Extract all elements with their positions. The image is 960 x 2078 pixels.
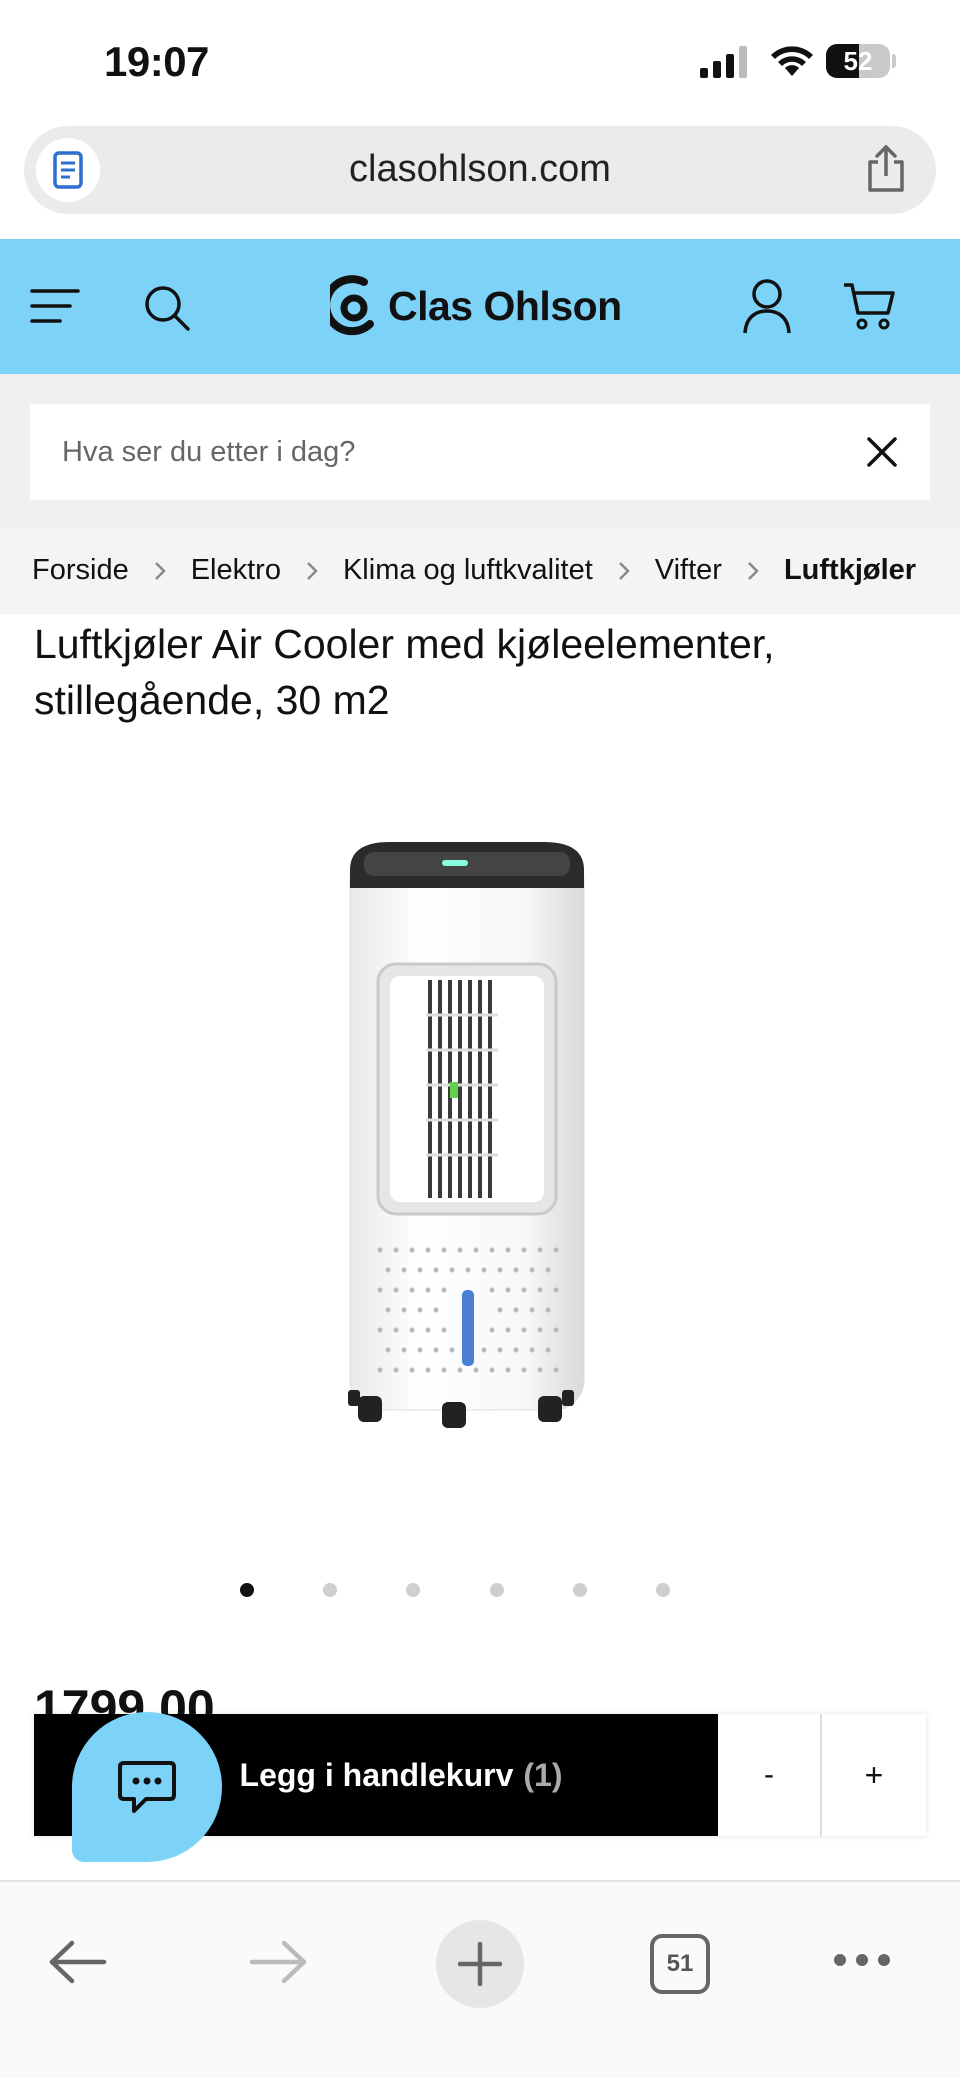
plus-icon [458, 1942, 502, 1986]
chevron-right-icon [748, 561, 759, 580]
product-title: Luftkjøler Air Cooler med kjøleelementer… [34, 621, 775, 723]
breadcrumb-item-forside[interactable]: Forside [32, 554, 129, 587]
battery-level: 52 [843, 46, 873, 76]
cart-icon[interactable] [842, 281, 896, 331]
product-image[interactable] [330, 830, 600, 1430]
share-icon[interactable] [864, 144, 908, 194]
more-icon[interactable] [834, 1954, 890, 1966]
chat-icon [118, 1761, 176, 1813]
breadcrumb-item-klima[interactable]: Klima og luftkvalitet [343, 554, 593, 587]
add-to-cart-label: Legg i handlekurv [239, 1756, 514, 1793]
cart-quantity-label: (1) [523, 1756, 563, 1793]
breadcrumb-item-elektro[interactable]: Elektro [191, 554, 281, 587]
carousel-dot[interactable] [655, 1583, 670, 1597]
image-carousel-dots [240, 1580, 670, 1600]
breadcrumb: Forside Elektro Klima og luftkvalitet Vi… [0, 528, 960, 614]
search-box [30, 404, 930, 500]
wifi-icon [771, 46, 813, 76]
carousel-dot[interactable] [406, 1583, 421, 1597]
status-bar: 19:07 52 [0, 0, 960, 125]
product-price: 1799,00 [34, 1680, 215, 1714]
signal-icon [700, 46, 747, 78]
forward-arrow-icon[interactable] [248, 1940, 308, 1984]
battery-tip [892, 54, 896, 68]
chevron-right-icon [154, 561, 166, 580]
chevron-right-icon [307, 561, 318, 580]
carousel-dot[interactable] [240, 1583, 254, 1597]
chevron-right-icon [618, 561, 630, 580]
clas-ohlson-logo[interactable]: Clas Ohlson [330, 271, 622, 341]
site-header: Clas Ohlson [0, 239, 960, 374]
status-time: 19:07 [104, 38, 209, 85]
tab-count: 51 [666, 1950, 694, 1977]
quantity-decrease-button[interactable]: - [718, 1714, 822, 1836]
search-input[interactable] [62, 404, 842, 500]
search-area [0, 374, 960, 528]
browser-toolbar: 51 [0, 1880, 960, 2078]
logo-text: Clas Ohlson [388, 282, 622, 329]
quantity-increase-button[interactable]: + [822, 1714, 926, 1836]
battery-icon: 52 [826, 44, 890, 78]
account-icon[interactable] [742, 277, 792, 335]
breadcrumb-item-vifter[interactable]: Vifter [655, 554, 722, 587]
new-tab-button[interactable] [436, 1920, 524, 2008]
carousel-dot[interactable] [323, 1583, 338, 1597]
close-icon[interactable] [866, 436, 898, 468]
tabs-button[interactable]: 51 [650, 1934, 710, 1994]
logo-mark-icon [330, 275, 374, 336]
carousel-dot[interactable] [489, 1583, 504, 1597]
menu-icon[interactable] [30, 287, 80, 325]
back-arrow-icon[interactable] [48, 1940, 108, 1984]
carousel-dot[interactable] [572, 1583, 587, 1597]
breadcrumb-current: Luftkjøler [783, 554, 917, 586]
search-icon[interactable] [142, 283, 192, 333]
url-text[interactable]: clasohlson.com [24, 148, 936, 191]
chat-button[interactable] [72, 1712, 222, 1862]
address-bar[interactable]: clasohlson.com [24, 126, 936, 214]
